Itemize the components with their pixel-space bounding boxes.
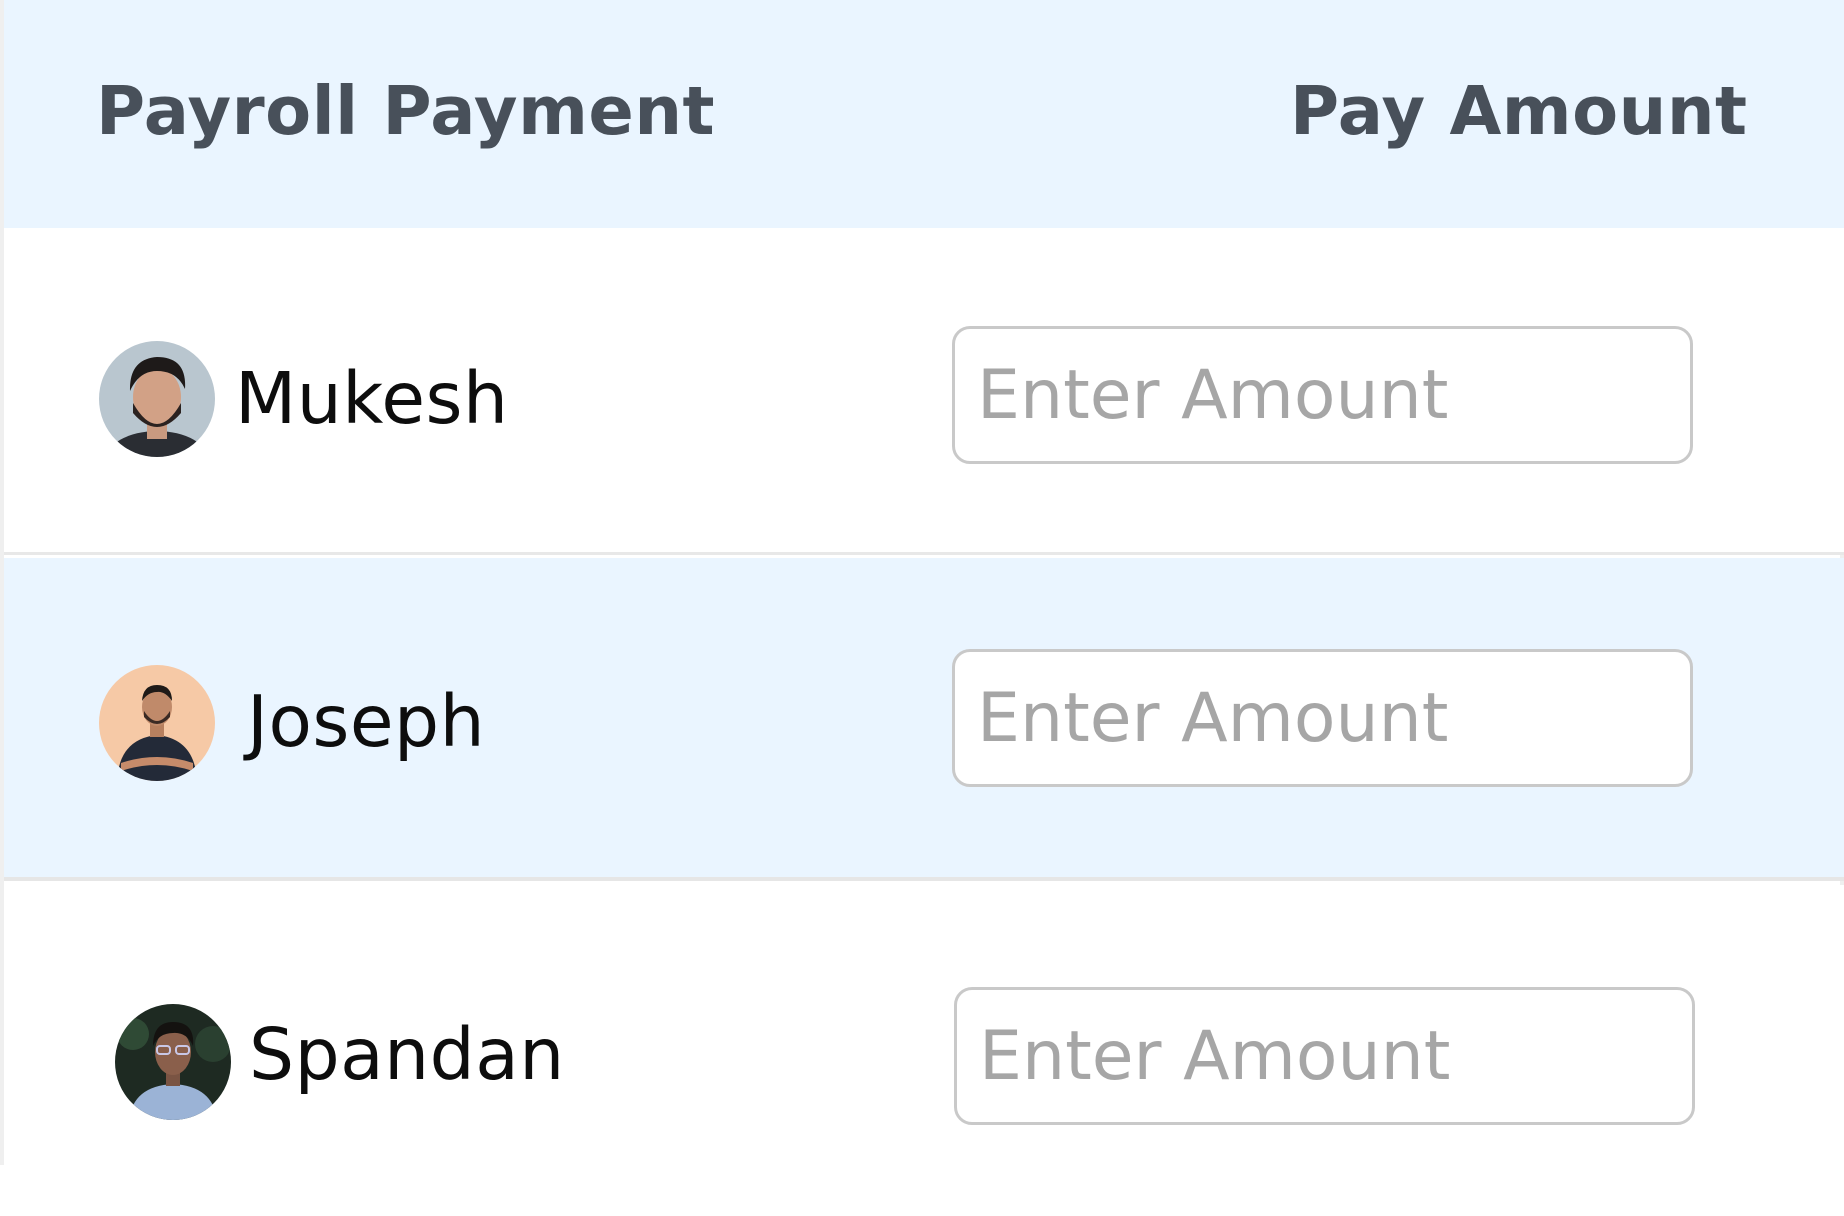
amount-input[interactable] <box>952 649 1693 787</box>
amount-input[interactable] <box>954 987 1695 1125</box>
avatar <box>99 665 215 781</box>
payroll-payment-column-header: Payroll Payment <box>96 72 716 150</box>
payroll-table: Payroll Payment Pay Amount Mukesh Enter … <box>0 0 1844 1165</box>
table-row: Joseph <box>4 558 1844 881</box>
avatar <box>99 341 215 457</box>
table-row: Mukesh <box>4 228 1844 555</box>
employee-name: Joseph <box>247 680 486 763</box>
amount-input[interactable] <box>952 326 1693 464</box>
table-header: Payroll Payment Pay Amount <box>4 0 1844 228</box>
employee-name: Spandan <box>249 1013 565 1096</box>
table-row: Spandan <box>4 885 1844 1165</box>
pay-amount-column-header: Pay Amount <box>1290 72 1748 150</box>
avatar <box>115 1004 231 1120</box>
employee-name: Mukesh <box>235 357 509 440</box>
